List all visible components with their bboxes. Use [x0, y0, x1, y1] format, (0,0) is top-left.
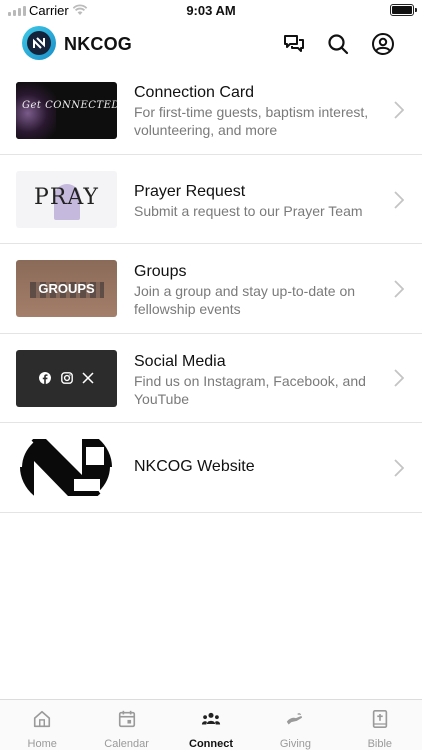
tab-label: Bible — [367, 738, 393, 750]
status-time: 9:03 AM — [186, 3, 236, 18]
app-title: NKCOG — [64, 34, 132, 54]
tab-home[interactable]: Home — [0, 700, 84, 750]
connection-card-thumbnail: Get CONNECTED — [16, 82, 117, 139]
item-subtitle: Find us on Instagram, Facebook, and YouT… — [134, 373, 366, 407]
bible-icon — [372, 710, 388, 728]
chevron-right-icon — [394, 459, 404, 477]
item-title: Prayer Request — [134, 183, 246, 200]
giving-hand-icon — [287, 713, 303, 725]
chevron-right-icon — [394, 191, 404, 209]
list-item-prayer-request[interactable]: PRAY Prayer Request Submit a request to … — [0, 155, 422, 244]
status-bar: Carrier 9:03 AM — [0, 0, 422, 22]
tab-giving[interactable]: Giving — [253, 700, 337, 750]
chevron-right-icon — [394, 280, 404, 298]
thumbnail-text: PRAY — [34, 185, 99, 210]
item-subtitle: Submit a request to our Prayer Team — [134, 203, 363, 219]
x-twitter-icon — [82, 372, 94, 384]
battery-icon — [390, 4, 417, 16]
list-item-nkcog-website[interactable]: NKCOG Website — [0, 423, 422, 513]
item-title: Groups — [134, 263, 187, 280]
prayer-request-thumbnail: PRAY — [16, 171, 117, 228]
search-icon[interactable] — [326, 32, 350, 56]
app-logo — [22, 26, 56, 60]
tab-label: Giving — [279, 738, 312, 750]
tab-calendar[interactable]: Calendar — [84, 700, 168, 750]
home-icon — [34, 710, 51, 728]
item-title: NKCOG Website — [134, 458, 255, 475]
tab-bible[interactable]: Bible — [338, 700, 422, 750]
thumbnail-text: Get CONNECTED — [22, 100, 117, 111]
website-thumbnail — [16, 439, 117, 496]
tab-label: Connect — [189, 738, 234, 750]
calendar-icon — [118, 710, 135, 728]
list-item-social-media[interactable]: Social Media Find us on Instagram, Faceb… — [0, 334, 422, 423]
tab-label: Home — [27, 738, 57, 750]
app-header: NKCOG — [0, 22, 422, 66]
instagram-icon — [61, 372, 73, 384]
item-subtitle: Join a group and stay up-to-date on fell… — [134, 283, 356, 317]
tab-bar: Home Calendar Connect Giving Bible — [0, 699, 422, 750]
chat-icon[interactable] — [282, 32, 306, 56]
connect-list: Get CONNECTED Connection Card For first-… — [0, 66, 422, 513]
profile-icon[interactable] — [371, 32, 395, 56]
groups-thumbnail: GROUPS — [16, 260, 117, 317]
item-title: Social Media — [134, 353, 226, 370]
tab-connect[interactable]: Connect — [169, 700, 253, 750]
tab-label: Calendar — [104, 738, 149, 750]
facebook-icon — [39, 372, 51, 384]
thumbnail-text: GROUPS — [38, 281, 95, 296]
social-media-thumbnail — [16, 350, 117, 407]
people-icon — [201, 712, 221, 725]
list-item-connection-card[interactable]: Get CONNECTED Connection Card For first-… — [0, 66, 422, 155]
list-item-groups[interactable]: GROUPS Groups Join a group and stay up-t… — [0, 244, 422, 334]
chevron-right-icon — [394, 101, 404, 119]
nkcog-logo-icon — [18, 439, 114, 496]
item-subtitle: For first-time guests, baptism interest,… — [134, 104, 369, 138]
chevron-right-icon — [394, 369, 404, 387]
item-title: Connection Card — [134, 84, 255, 101]
